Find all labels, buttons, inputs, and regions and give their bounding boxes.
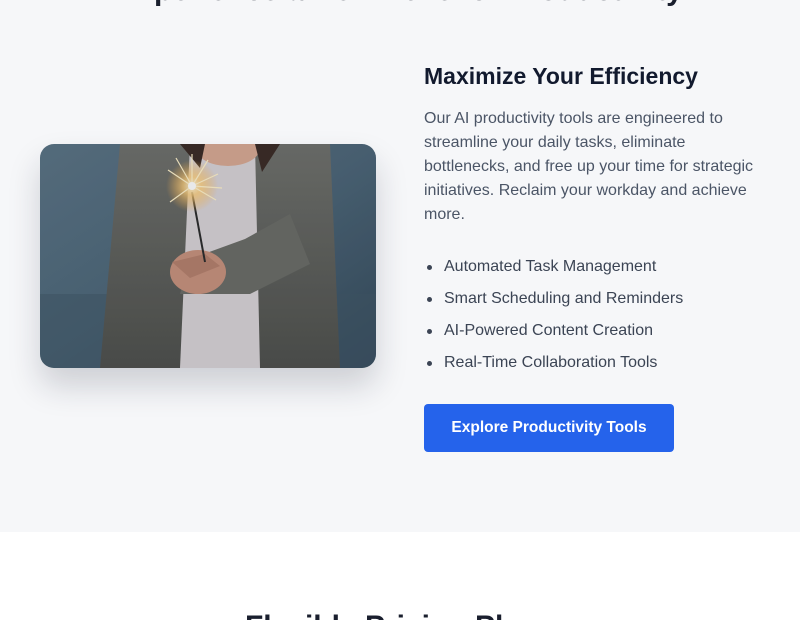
feature-list: Automated Task Management Smart Scheduli… bbox=[424, 251, 764, 379]
section-heading: Experience a New Level of Productivity bbox=[0, 0, 800, 8]
sparkler-photo bbox=[40, 144, 376, 368]
feature-item-collaboration: Real-Time Collaboration Tools bbox=[424, 347, 764, 379]
feature-item-content-creation: AI-Powered Content Creation bbox=[424, 315, 764, 347]
explore-productivity-tools-button[interactable]: Explore Productivity Tools bbox=[424, 404, 674, 452]
sparkler-image-illustration bbox=[40, 144, 376, 368]
feature-section: Experience a New Level of Productivity bbox=[0, 0, 800, 532]
content-title: Maximize Your Efficiency bbox=[424, 63, 698, 89]
pricing-heading: Flexible Pricing Plans bbox=[0, 610, 800, 620]
feature-item-task-management: Automated Task Management bbox=[424, 251, 764, 283]
content-description: Our AI productivity tools are engineered… bbox=[424, 110, 754, 223]
feature-content: Maximize Your Efficiency Our AI producti… bbox=[424, 56, 764, 379]
feature-item-scheduling: Smart Scheduling and Reminders bbox=[424, 283, 764, 315]
